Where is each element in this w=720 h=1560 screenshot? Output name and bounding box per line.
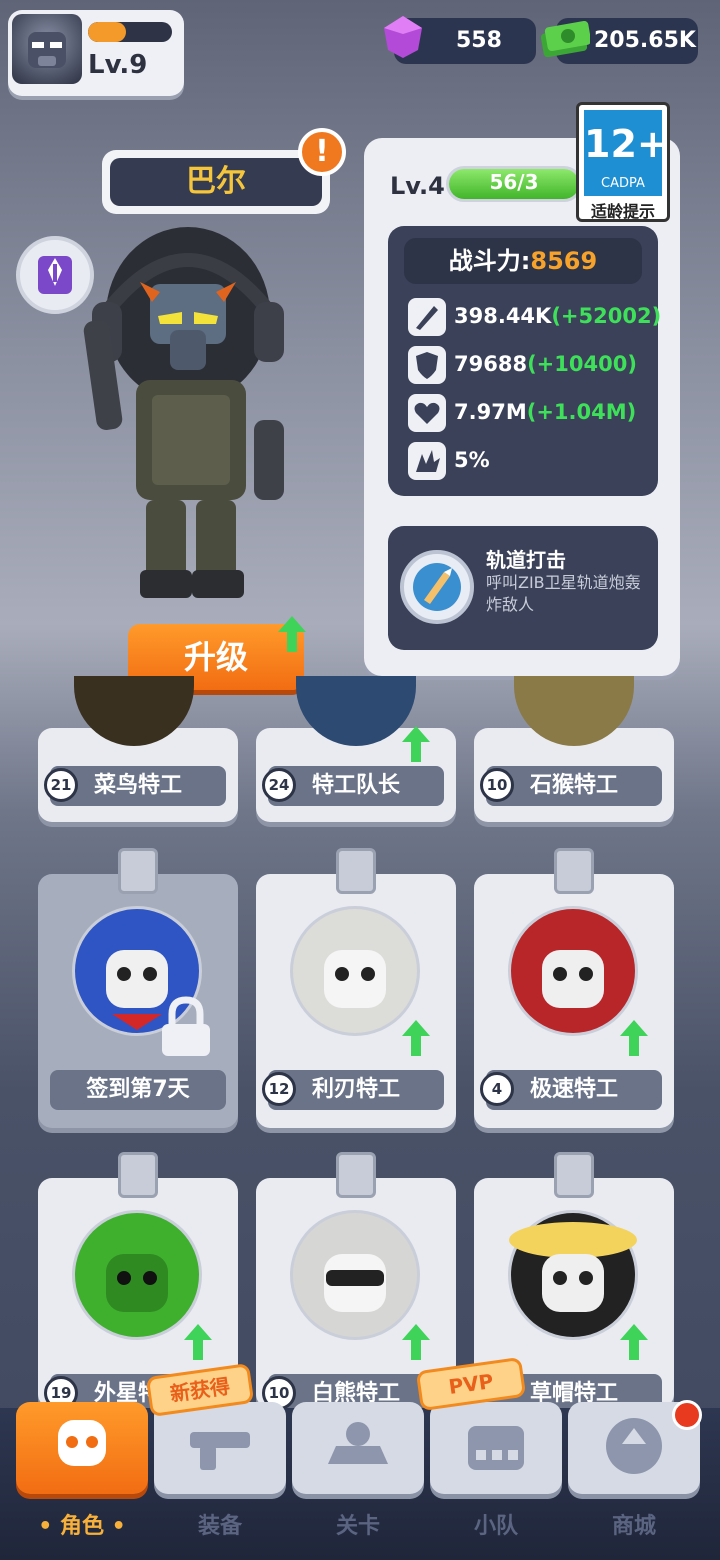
stat-crit: 5% xyxy=(408,440,490,480)
upgrade-arrow-icon xyxy=(184,1324,212,1360)
hero-character-model xyxy=(60,220,320,610)
nav-label-squad[interactable]: 小队 xyxy=(430,1508,562,1540)
attack-bonus: (+52002) xyxy=(551,304,662,328)
heart-icon xyxy=(408,394,446,432)
attack-value: 398.44K xyxy=(454,304,552,328)
hero-portrait xyxy=(508,906,638,1036)
card-clip xyxy=(336,1152,376,1198)
cash-count: 205.65K xyxy=(594,28,696,53)
gem-count: 558 xyxy=(456,28,502,53)
upgrade-arrow-icon xyxy=(278,616,306,652)
map-pin-icon xyxy=(328,1422,388,1464)
cash-icon xyxy=(540,16,592,60)
lock-icon xyxy=(158,996,214,1060)
upgrade-arrow-icon xyxy=(402,1324,430,1360)
shield-icon xyxy=(408,346,446,384)
defense-value: 79688 xyxy=(454,352,528,376)
nav-label-shop[interactable]: 商城 xyxy=(568,1508,700,1540)
upgrade-arrow-icon xyxy=(402,726,430,762)
card-clip xyxy=(554,1152,594,1198)
stat-hp: 7.97M(+1.04M) xyxy=(408,392,636,432)
crit-burst-icon xyxy=(408,442,446,480)
notification-dot xyxy=(672,1400,702,1430)
nav-label-characters[interactable]: • 角色 • xyxy=(16,1508,148,1540)
player-xp-bar xyxy=(88,22,172,42)
stat-attack: 398.44K(+52002) xyxy=(408,296,661,336)
hero-card-level: 21 xyxy=(44,768,78,802)
hp-bonus: (+1.04M) xyxy=(526,400,637,424)
player-avatar[interactable] xyxy=(12,14,82,84)
hero-level: Lv.4 xyxy=(390,172,445,200)
hero-portrait xyxy=(72,1210,202,1340)
hero-portrait xyxy=(290,906,420,1036)
combat-power-label: 战斗力: xyxy=(448,247,531,275)
age-rating-number: 12+ xyxy=(584,122,669,166)
gun-icon xyxy=(190,1432,250,1470)
nav-label-levels[interactable]: 关卡 xyxy=(292,1508,424,1540)
hero-card-label: 签到第7天 xyxy=(50,1070,226,1110)
upgrade-arrow-icon xyxy=(402,1020,430,1056)
skill-description: 呼叫ZIB卫星轨道炮轰炸敌人 xyxy=(486,573,641,614)
player-xp-fill xyxy=(88,22,126,42)
upgrade-arrow-icon xyxy=(620,1020,648,1056)
squad-icon xyxy=(468,1426,524,1470)
hero-portrait xyxy=(508,1210,638,1340)
rocket-icon xyxy=(408,298,446,336)
nav-tab-levels[interactable] xyxy=(292,1402,424,1494)
nav-tab-squad[interactable] xyxy=(430,1402,562,1494)
combat-power: 战斗力:8569 xyxy=(404,238,642,284)
hero-card-level: 24 xyxy=(262,768,296,802)
orbital-strike-icon[interactable] xyxy=(400,550,474,624)
card-clip xyxy=(118,1152,158,1198)
card-clip xyxy=(554,848,594,894)
hero-card-level: 12 xyxy=(262,1072,296,1106)
crit-value: 5% xyxy=(454,448,490,472)
skull-icon xyxy=(58,1420,106,1466)
player-level: Lv.9 xyxy=(88,50,148,80)
hp-value: 7.97M xyxy=(454,400,527,424)
hero-card-level: 10 xyxy=(480,768,514,802)
card-clip xyxy=(336,848,376,894)
skill-name: 轨道打击 xyxy=(486,548,566,572)
hero-card-level: 4 xyxy=(480,1072,514,1106)
hero-name: 巴尔 xyxy=(110,158,322,206)
combat-power-value: 8569 xyxy=(530,247,598,275)
nav-tab-characters[interactable] xyxy=(16,1402,148,1494)
upgrade-arrow-icon xyxy=(620,1324,648,1360)
card-clip xyxy=(118,848,158,894)
defense-bonus: (+10400) xyxy=(527,352,637,376)
stat-defense: 79688(+10400) xyxy=(408,344,637,384)
gem-icon xyxy=(380,14,426,60)
nav-label-equipment[interactable]: 装备 xyxy=(154,1508,286,1540)
nav-tab-equipment[interactable] xyxy=(154,1402,286,1494)
age-rating-org: CADPA xyxy=(601,176,645,191)
hero-level-progress-text: 56/3 xyxy=(489,170,539,194)
age-rating-label: 适龄提示 xyxy=(590,202,655,221)
hero-portrait xyxy=(290,1210,420,1340)
alert-icon[interactable]: ! xyxy=(298,128,346,176)
